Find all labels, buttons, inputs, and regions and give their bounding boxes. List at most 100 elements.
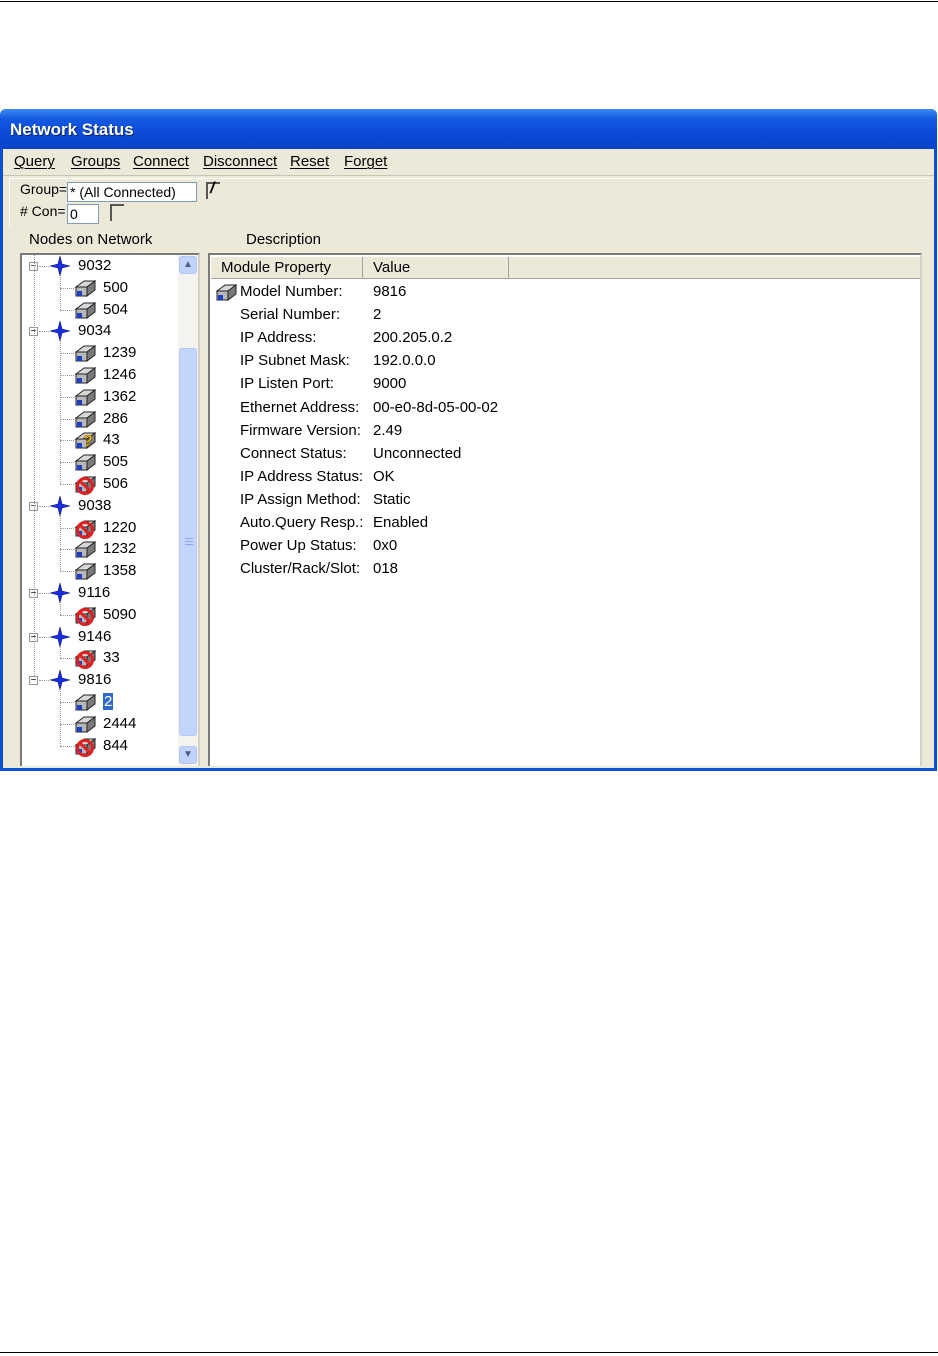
header-filler	[509, 257, 920, 279]
property-name: Cluster/Rack/Slot:	[240, 560, 361, 578]
table-row[interactable]: IP Address Status: OK	[210, 466, 910, 489]
thumb-grip	[185, 544, 193, 545]
module-icon	[74, 560, 97, 586]
group-label: Group=	[20, 181, 68, 197]
property-name: IP Address:	[240, 329, 317, 347]
tree-node-label: 500	[103, 278, 129, 296]
tree-connector	[39, 593, 49, 594]
property-value: 2	[373, 306, 382, 324]
tree-node-label: 9116	[78, 584, 111, 601]
property-name: IP Listen Port:	[240, 375, 334, 393]
collapse-icon[interactable]: −	[29, 676, 38, 686]
menu-disconnect[interactable]: Disconnect	[203, 153, 277, 170]
tree-connector	[39, 680, 49, 682]
tree-connector	[60, 549, 74, 551]
tree-connector	[60, 418, 74, 420]
tree-node-label: 5090	[103, 605, 137, 623]
con-field[interactable]: 0	[67, 204, 99, 224]
property-name: Firmware Version:	[240, 421, 361, 439]
table-row[interactable]: IP Subnet Mask: 192.0.0.0	[210, 350, 910, 373]
table-row[interactable]: Firmware Version: 2.49	[210, 420, 910, 443]
tree-connector	[39, 266, 49, 267]
tree-connector	[60, 484, 74, 485]
table-row[interactable]: Ethernet Address: 00-e0-8d-05-00-02	[210, 397, 910, 420]
slash-glyph: /	[210, 180, 215, 197]
tree-connector	[60, 527, 74, 529]
menu-forget[interactable]: Forget	[344, 153, 387, 170]
tree-connector	[60, 309, 74, 311]
property-name: Power Up Status:	[240, 537, 357, 555]
con-label: # Con=	[20, 203, 66, 219]
tree-node-label: 9034	[78, 322, 112, 340]
table-row[interactable]: IP Assign Method: Static	[210, 489, 910, 512]
property-value: Static	[373, 490, 411, 508]
table-row[interactable]: Serial Number: 2	[210, 304, 910, 327]
table-row[interactable]: IP Address: 200.205.0.2	[210, 327, 910, 350]
tree-node-label: 1246	[103, 366, 137, 383]
table-row[interactable]: IP Listen Port: 9000	[210, 373, 910, 396]
menu-bar: Query Groups Connect Disconnect Reset Fo…	[3, 149, 934, 176]
tree-branch-line	[60, 513, 61, 572]
property-value: OK	[373, 467, 395, 485]
tree-connector	[60, 614, 74, 616]
table-row[interactable]: Cluster/Rack/Slot: 018	[210, 558, 910, 581]
title-bar[interactable]: Network Status	[0, 109, 937, 149]
property-name: Connect Status:	[240, 444, 347, 462]
module-icon	[215, 281, 238, 307]
svg-text:?: ?	[83, 433, 93, 450]
tree-node-label-selected: 2	[103, 693, 114, 710]
header-value[interactable]: Value	[363, 257, 509, 279]
tree-node-label: 844	[103, 736, 129, 754]
module-icon	[74, 299, 97, 325]
tree-node-label: 9038	[78, 496, 112, 514]
nodes-tree[interactable]: −9032 500 504−9034 1239 1246 1362 286? 43 505 506…	[20, 253, 200, 766]
tree-node-label: 506	[103, 475, 129, 492]
property-name: IP Address Status:	[240, 467, 364, 485]
tree-node-label: 1358	[103, 562, 137, 580]
property-value: 00-e0-8d-05-00-02	[373, 398, 499, 416]
tree-connector	[60, 287, 74, 289]
tree-connector	[39, 505, 49, 507]
table-row[interactable]: Power Up Status: 0x0	[210, 535, 910, 558]
table-row[interactable]: Connect Status: Unconnected	[210, 443, 910, 466]
table-row[interactable]: Model Number: 9816	[210, 281, 910, 304]
network-status-window: Network Status Query Groups Connect Disc…	[0, 109, 937, 771]
property-value: 200.205.0.2	[373, 329, 453, 347]
property-name: Auto.Query Resp.:	[240, 514, 364, 531]
tree-connector	[60, 571, 74, 573]
tree-node-label: 1232	[103, 540, 137, 558]
group-field[interactable]: * (All Connected)	[67, 182, 197, 202]
tree-node-label: 286	[103, 409, 129, 427]
scroll-down-button[interactable]: ▼	[179, 746, 197, 764]
property-value: 9816	[373, 283, 407, 300]
tree-node-label: 1239	[103, 344, 137, 362]
tree-connector	[39, 636, 49, 638]
tree-connector	[60, 658, 74, 660]
module-error-icon	[74, 647, 97, 673]
module-error-icon	[74, 735, 97, 761]
nodes-panel-label: Nodes on Network	[29, 231, 153, 248]
tree-node-label: 9146	[78, 627, 112, 645]
header-module-property[interactable]: Module Property	[211, 257, 363, 279]
thumb-grip	[185, 541, 193, 542]
tree-root-line	[34, 255, 35, 677]
tree-branch-line	[60, 688, 61, 746]
con-toggle-box[interactable]	[110, 204, 124, 221]
tree-connector	[60, 396, 74, 398]
tree-connector	[60, 723, 74, 725]
tree-connector	[60, 375, 74, 376]
tree-branch-line	[60, 339, 61, 484]
menu-groups[interactable]: Groups	[71, 153, 120, 170]
property-value: 192.0.0.0	[373, 352, 436, 370]
property-value: Unconnected	[373, 444, 462, 462]
tree-branch-line	[60, 274, 61, 310]
menu-query[interactable]: Query	[14, 153, 55, 170]
scroll-thumb[interactable]	[179, 348, 197, 736]
scroll-up-button[interactable]: ▲	[179, 256, 197, 274]
tree-scrollbar[interactable]: ▲ ▼	[178, 255, 198, 766]
table-row[interactable]: Auto.Query Resp.: Enabled	[210, 512, 910, 535]
menu-reset[interactable]: Reset	[290, 153, 329, 170]
filter-toolbar: Group= * (All Connected) / # Con= 0	[9, 178, 930, 226]
description-panel: Module Property Value Model Number: 9816 S…	[208, 253, 922, 766]
menu-connect[interactable]: Connect	[133, 153, 189, 170]
